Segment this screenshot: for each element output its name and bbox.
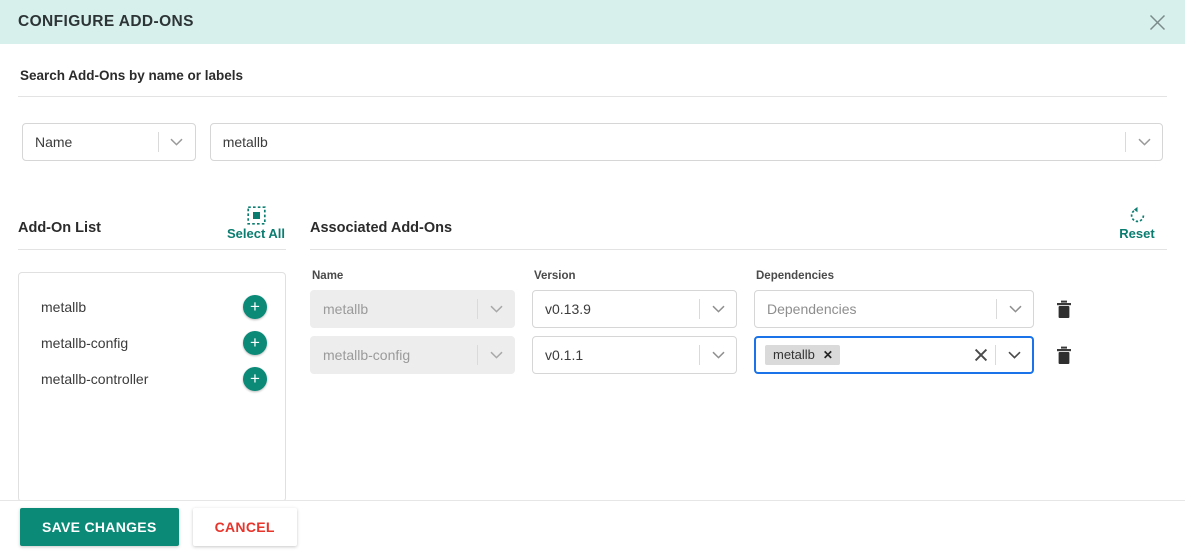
row-version-value: v0.1.1 xyxy=(545,347,584,363)
save-changes-button[interactable]: SAVE CHANGES xyxy=(20,508,179,546)
associated-addons-panel: Associated Add-Ons Reset Name Version De… xyxy=(310,195,1167,502)
search-query-value[interactable]: metallb xyxy=(211,134,1125,150)
table-row: metallb-config v0.1.1 metallb ✕ xyxy=(310,336,1167,374)
list-item-label: metallb-controller xyxy=(41,371,149,387)
column-header-name: Name xyxy=(312,270,344,282)
search-query-input[interactable]: metallb xyxy=(209,123,1163,161)
associated-title: Associated Add-Ons xyxy=(310,220,453,236)
associated-table: Name Version Dependencies metallb v0.13.… xyxy=(310,270,1167,374)
search-type-value: Name xyxy=(35,134,73,150)
reset-button[interactable]: Reset xyxy=(1107,205,1167,241)
column-header-version: Version xyxy=(534,270,576,282)
addon-list-box: metallb + metallb-config + metallb-contr… xyxy=(18,272,286,502)
row-dependencies-multiselect[interactable]: metallb ✕ xyxy=(754,336,1034,374)
addon-list-divider xyxy=(18,249,286,250)
dependency-chip[interactable]: metallb ✕ xyxy=(765,345,840,365)
plus-icon[interactable]: + xyxy=(243,331,267,355)
reset-label: Reset xyxy=(1119,226,1155,241)
close-icon[interactable] xyxy=(1143,8,1171,36)
row-name-select: metallb-config xyxy=(310,336,515,374)
dialog-header: CONFIGURE ADD-ONS xyxy=(0,0,1185,44)
list-item-label: metallb-config xyxy=(41,335,129,351)
search-row: Name metallb xyxy=(18,97,1167,161)
dialog-footer: SAVE CHANGES CANCEL xyxy=(0,500,1185,553)
chevron-down-icon[interactable] xyxy=(1126,138,1162,146)
chevron-down-icon[interactable] xyxy=(700,305,736,313)
cancel-button[interactable]: CANCEL xyxy=(192,508,297,546)
list-item[interactable]: metallb-config + xyxy=(19,325,285,361)
select-all-label: Select All xyxy=(226,226,286,241)
chevron-down-icon xyxy=(478,351,514,359)
search-heading: Search Add-Ons by name or labels xyxy=(20,68,244,83)
select-all-button[interactable]: Select All xyxy=(226,205,286,241)
row-name-value: metallb-config xyxy=(323,347,411,363)
clear-all-icon[interactable] xyxy=(967,348,995,362)
chevron-down-icon[interactable] xyxy=(159,138,195,146)
dialog-title: CONFIGURE ADD-ONS xyxy=(18,13,194,30)
chevron-down-icon xyxy=(478,305,514,313)
body-columns: Add-On List Select All metallb + metallb… xyxy=(0,195,1185,502)
plus-icon[interactable]: + xyxy=(243,367,267,391)
associated-divider xyxy=(310,249,1167,250)
dependency-chip-label: metallb xyxy=(773,347,815,362)
search-section: Search Add-Ons by name or labels Name me… xyxy=(0,44,1185,161)
chip-remove-icon[interactable]: ✕ xyxy=(823,349,833,361)
trash-icon[interactable] xyxy=(1050,341,1078,369)
table-row: metallb v0.13.9 Dependencies xyxy=(310,290,1167,328)
addon-list-panel: Add-On List Select All metallb + metallb… xyxy=(18,195,286,502)
trash-icon[interactable] xyxy=(1050,295,1078,323)
row-version-select[interactable]: v0.1.1 xyxy=(532,336,737,374)
addon-list-header: Add-On List Select All xyxy=(18,195,286,241)
row-name-value: metallb xyxy=(323,301,369,317)
associated-header: Associated Add-Ons Reset xyxy=(310,195,1167,241)
list-item[interactable]: metallb-controller + xyxy=(19,361,285,397)
reset-icon xyxy=(1128,205,1147,225)
row-version-value: v0.13.9 xyxy=(545,301,591,317)
chevron-down-icon[interactable] xyxy=(996,351,1032,359)
list-item[interactable]: metallb + xyxy=(19,289,285,325)
search-type-select[interactable]: Name xyxy=(22,123,196,161)
list-item-label: metallb xyxy=(41,299,87,315)
select-all-icon xyxy=(246,205,266,225)
addon-list-title: Add-On List xyxy=(18,220,101,236)
associated-table-header: Name Version Dependencies xyxy=(310,270,1167,282)
plus-icon[interactable]: + xyxy=(243,295,267,319)
row-version-select[interactable]: v0.13.9 xyxy=(532,290,737,328)
chevron-down-icon[interactable] xyxy=(997,305,1033,313)
row-dependencies-select[interactable]: Dependencies xyxy=(754,290,1034,328)
dependency-chip-list: metallb ✕ xyxy=(756,345,967,365)
column-header-dependencies: Dependencies xyxy=(756,270,834,282)
row-name-select: metallb xyxy=(310,290,515,328)
chevron-down-icon[interactable] xyxy=(700,351,736,359)
row-dependencies-placeholder: Dependencies xyxy=(767,301,857,317)
